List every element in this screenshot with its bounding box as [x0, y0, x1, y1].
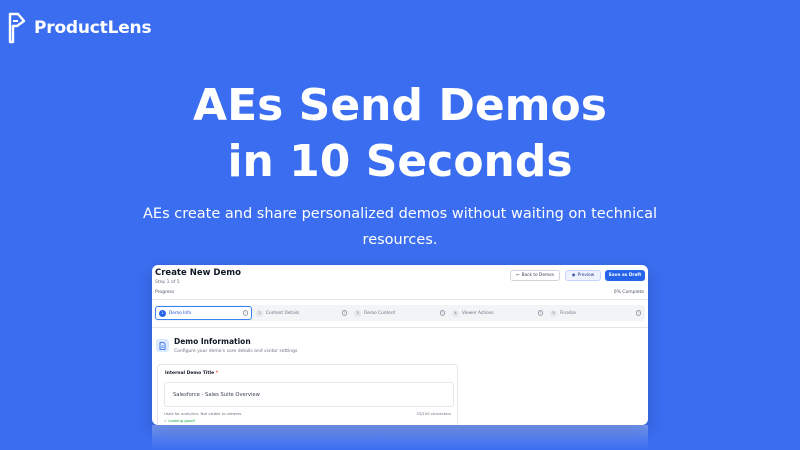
hero-title-line-1: AEs Send Demos [193, 80, 607, 131]
arrow-left-icon: ← [515, 273, 520, 278]
step-content-details[interactable]: 2 Content Details ? [253, 306, 350, 320]
demo-title-help: Used for analytics. Not visible to viewe… [164, 411, 242, 416]
brand: ProductLens [8, 12, 152, 44]
section-subtitle: Configure your demo's core details and v… [174, 349, 298, 354]
character-count: 33/100 characters [416, 411, 451, 416]
required-mark: * [215, 371, 219, 376]
back-to-demos-button[interactable]: ← Back to Demos [510, 270, 560, 281]
app-preview-card: Create New Demo Step 1 of 5 ← Back to De… [152, 265, 648, 425]
step-viewer-actions[interactable]: 4 Viewer Actions ? [449, 306, 546, 320]
step-number: 4 [452, 309, 459, 317]
save-as-draft-button[interactable]: Save as Draft [605, 270, 645, 281]
step-label: Content Details [266, 310, 300, 316]
progress-label: Progress [155, 290, 175, 295]
step-number: 5 [550, 309, 557, 317]
brand-name: ProductLens [34, 18, 152, 38]
demo-info-form: Internal Demo Title * Salesforce - Sales… [157, 364, 458, 425]
step-number: 3 [354, 309, 361, 317]
demo-title-input[interactable]: Salesforce - Sales Suite Overview [164, 382, 454, 407]
step-number: 1 [159, 309, 166, 317]
demo-title-label-text: Internal Demo Title [165, 371, 215, 376]
section-title: Demo Information [174, 337, 251, 346]
step-demo-info[interactable]: 1 Demo Info ? [155, 306, 252, 320]
help-icon[interactable]: ? [341, 310, 347, 316]
step-demo-content[interactable]: 3 Demo Content ? [351, 306, 448, 320]
stepper-divider [152, 327, 648, 328]
help-icon[interactable]: ? [635, 310, 641, 316]
productlens-logo-icon [8, 12, 26, 44]
document-icon [156, 339, 169, 352]
help-icon[interactable]: ? [439, 310, 445, 316]
card-reflection [152, 425, 648, 450]
step-indicator: Step 1 of 5 [155, 280, 180, 285]
save-as-draft-label: Save as Draft [608, 273, 642, 278]
help-icon[interactable]: ? [537, 310, 543, 316]
preview-label: Preview [577, 273, 595, 278]
hero-subtitle: AEs create and share personalized demos … [143, 206, 657, 248]
stepper: 1 Demo Info ? 2 Content Details ? 3 Demo… [154, 305, 645, 321]
help-icon[interactable]: ? [242, 310, 248, 316]
hero-title-line-2: in 10 Seconds [227, 136, 573, 187]
eye-icon: ◉ [571, 273, 576, 278]
page-title: Create New Demo [155, 268, 241, 278]
step-label: Viewer Actions [462, 310, 494, 316]
progress-percent: 0% Complete [613, 290, 644, 295]
back-to-demos-label: Back to Demos [521, 273, 555, 278]
validation-status: ✓ Looking good! [164, 418, 196, 423]
step-finalize[interactable]: 5 Finalize ? [547, 306, 644, 320]
demo-title-label: Internal Demo Title * [165, 371, 218, 376]
step-label: Demo Info [169, 310, 192, 316]
preview-button[interactable]: ◉ Preview [565, 270, 601, 281]
step-label: Demo Content [364, 310, 396, 316]
step-label: Finalize [560, 310, 576, 316]
hero-title: AEs Send Demos in 10 Seconds [0, 78, 800, 190]
step-number: 2 [256, 309, 263, 317]
header-divider [152, 299, 648, 300]
